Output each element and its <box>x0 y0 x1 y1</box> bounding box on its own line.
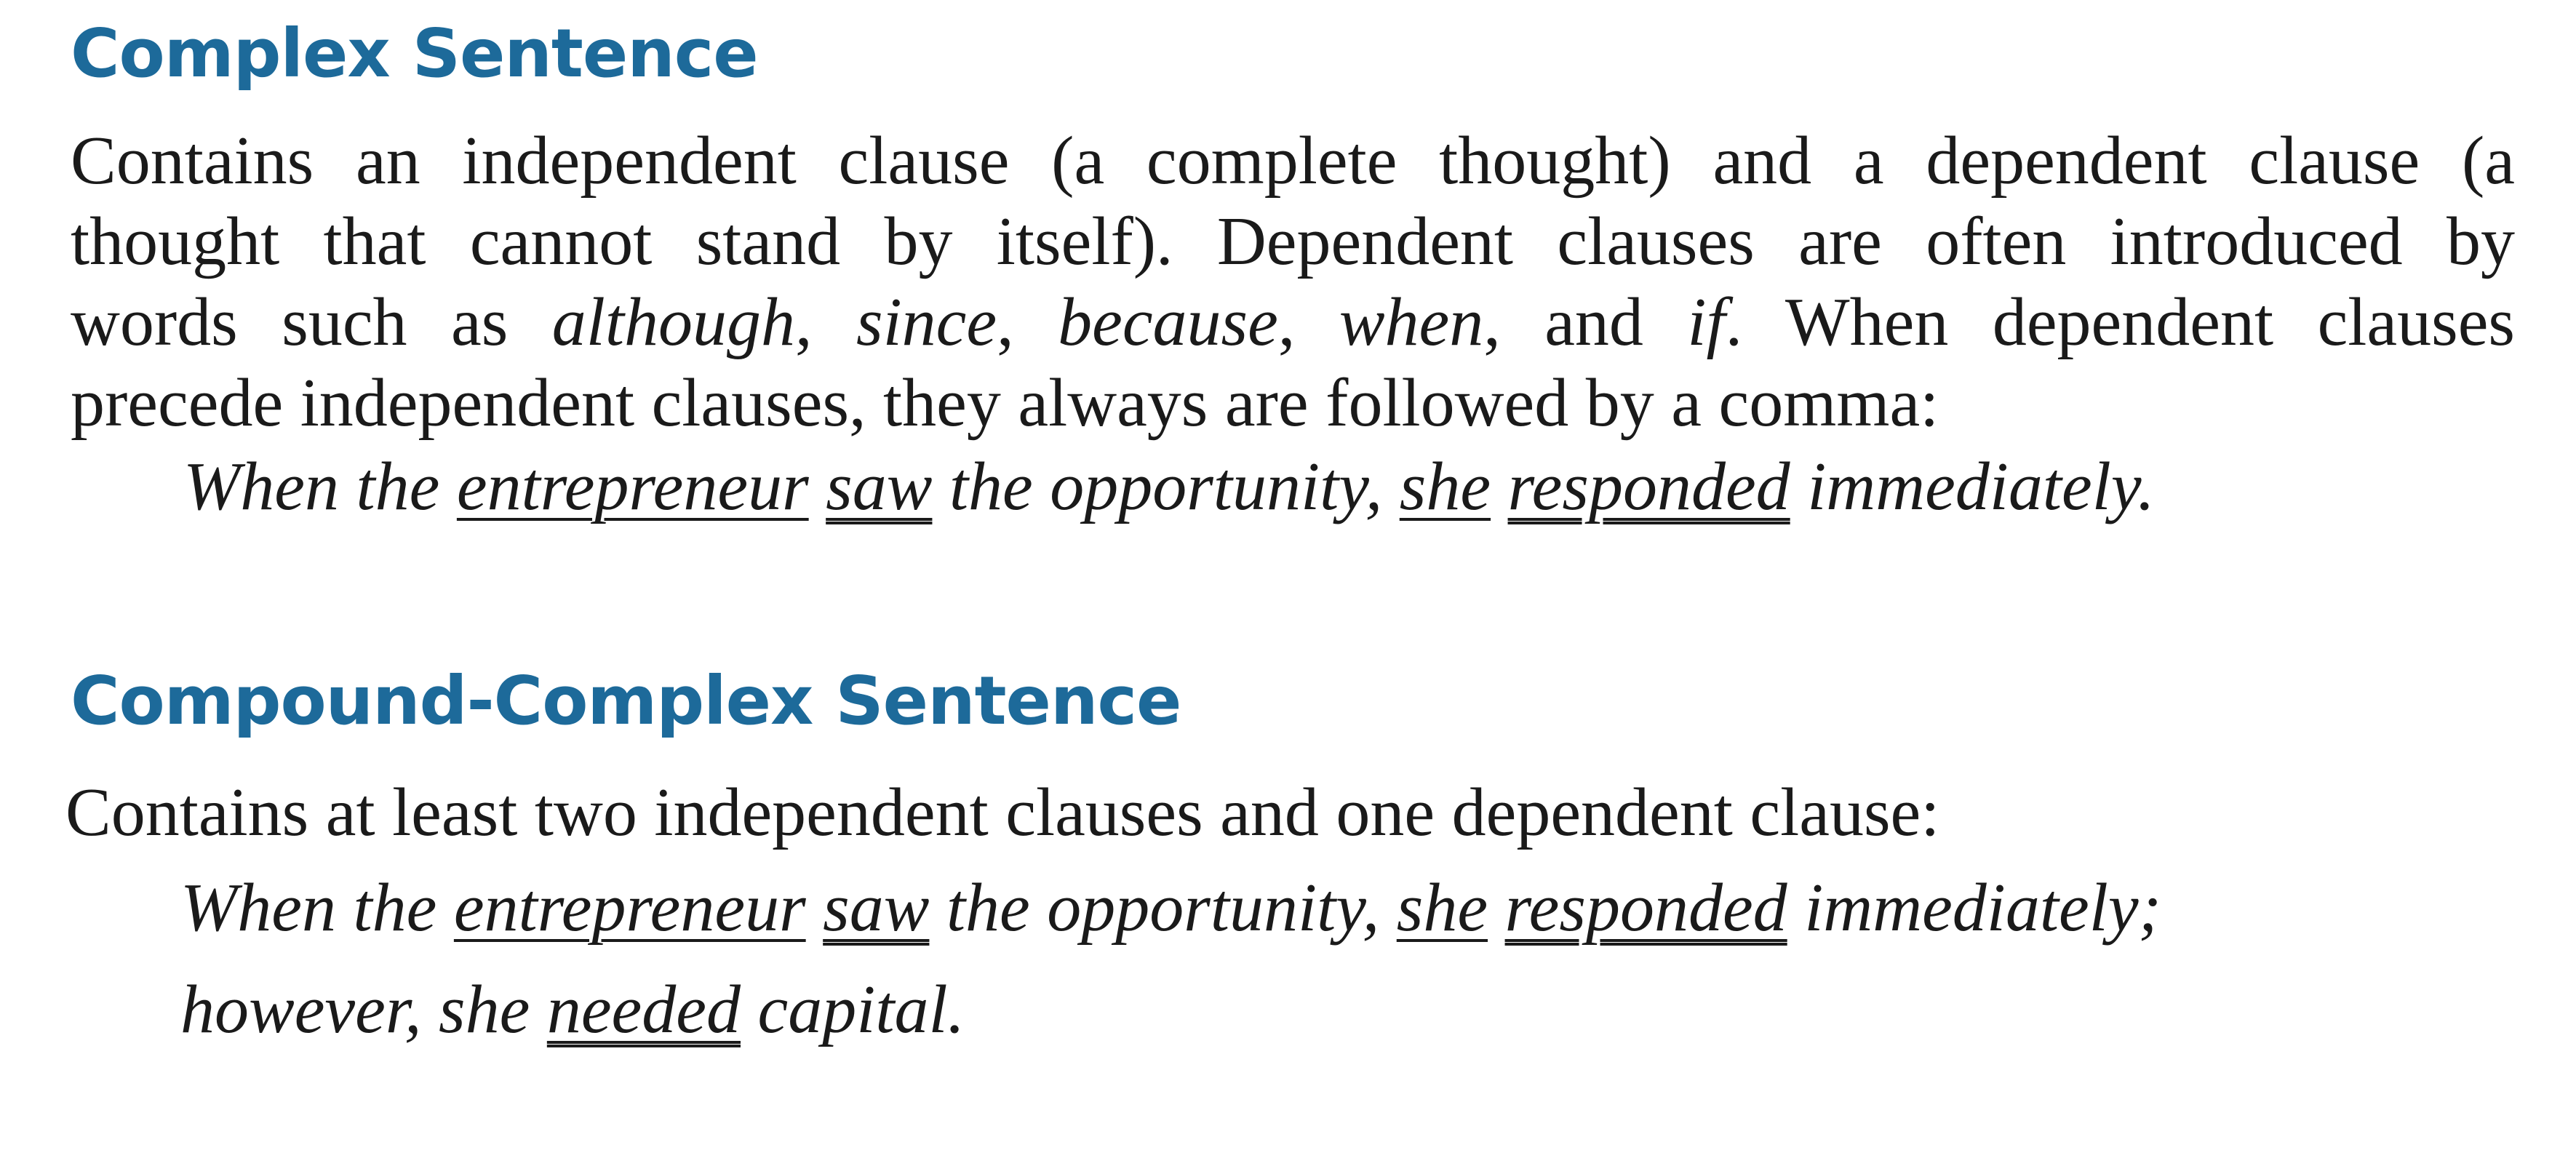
complex-example-sentence: When the entrepreneur saw the opportunit… <box>183 449 2155 524</box>
italic-word: since <box>856 284 997 360</box>
section-heading-compound-complex: Compound-Complex Sentence <box>71 662 1181 740</box>
description-line: precede independent clauses, they always… <box>71 365 1939 441</box>
italic-word: if <box>1687 284 1726 360</box>
description-line: thought that cannot stand by itself). De… <box>71 204 2515 279</box>
subject-underlined: she <box>1399 449 1491 524</box>
description-line: Contains at least two independent clause… <box>65 775 1940 850</box>
subject-underlined: entrepreneur <box>453 870 806 946</box>
verb-double-underlined: saw <box>826 449 933 524</box>
description-line: Contains an independent clause (a comple… <box>71 123 2515 199</box>
complex-description: Contains an independent clause (a comple… <box>71 121 2515 444</box>
verb-double-underlined: needed <box>546 972 741 1047</box>
subject-underlined: she <box>1396 870 1488 946</box>
document-page: Complex Sentence Contains an independent… <box>0 0 2576 1150</box>
verb-double-underlined: responded <box>1504 870 1787 946</box>
compound-complex-description: Contains at least two independent clause… <box>65 772 2510 853</box>
verb-double-underlined: saw <box>823 870 930 946</box>
italic-word: although <box>551 284 796 360</box>
description-line: words such as although, since, because, … <box>71 284 2516 360</box>
section-heading-complex: Complex Sentence <box>71 15 759 92</box>
italic-word: because <box>1058 284 1278 360</box>
compound-complex-example-sentence: When the entrepreneur saw the opportunit… <box>180 870 2161 1047</box>
subject-underlined: entrepreneur <box>456 449 809 524</box>
italic-word: when <box>1339 284 1484 360</box>
verb-double-underlined: responded <box>1507 449 1790 524</box>
